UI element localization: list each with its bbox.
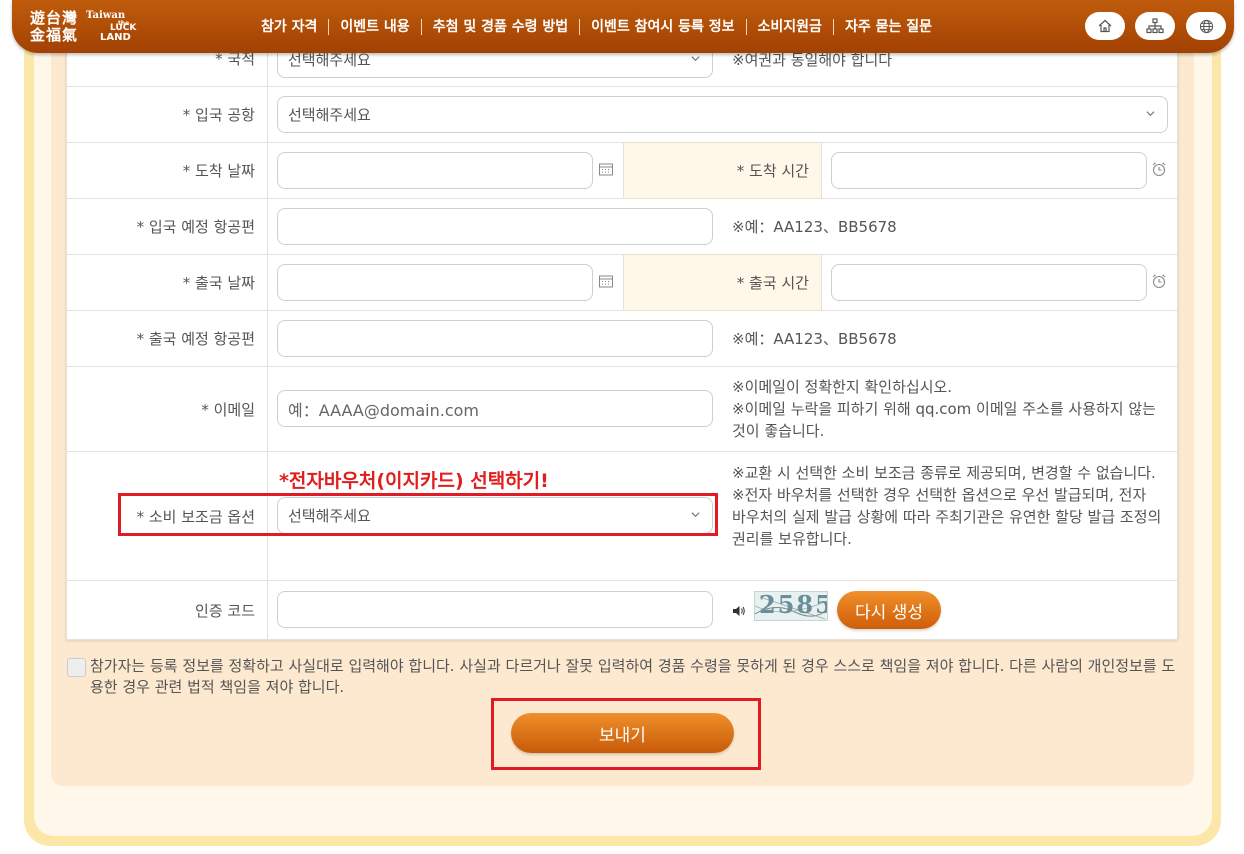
sitemap-button[interactable] bbox=[1135, 12, 1175, 40]
arrival-time-input[interactable] bbox=[831, 152, 1147, 189]
row-departure-flight: * 출국 예정 항공편 ※예：AA123、BB5678 bbox=[67, 311, 1177, 367]
captcha-text: 2585 bbox=[759, 591, 828, 619]
label-entry-airport: * 입국 공항 bbox=[67, 87, 268, 142]
sitemap-icon bbox=[1146, 18, 1164, 34]
language-button[interactable] bbox=[1186, 12, 1226, 40]
note-departure-flight: ※예：AA123、BB5678 bbox=[732, 330, 897, 348]
speaker-icon[interactable] bbox=[732, 604, 746, 618]
select-entry-airport-value: 선택해주세요 bbox=[288, 106, 371, 124]
registration-form: * 국적 선택해주세요 ※여권과 동일해야 합니다 * 입국 공항 선택해주세요… bbox=[66, 30, 1178, 640]
clock-icon[interactable] bbox=[1151, 161, 1167, 177]
label-departure-flight: * 출국 예정 항공편 bbox=[67, 311, 268, 366]
highlight-box-subsidy bbox=[118, 493, 718, 536]
home-icon bbox=[1098, 19, 1112, 33]
home-button[interactable] bbox=[1085, 12, 1125, 40]
nav-eligibility[interactable]: 참가 자격 bbox=[250, 17, 328, 37]
label-departure-date: * 출국 날짜 bbox=[67, 255, 268, 310]
row-captcha: 인증 코드 bbox=[67, 581, 1177, 639]
select-entry-airport[interactable]: 선택해주세요 bbox=[277, 96, 1168, 133]
nav-draw-method[interactable]: 추첨 및 경품 수령 방법 bbox=[422, 17, 579, 37]
departure-time-input[interactable] bbox=[831, 264, 1147, 301]
label-arrival-time: * 도착 시간 bbox=[623, 143, 822, 198]
note-subsidy-line1: ※교환 시 선택한 소비 보조금 종류로 제공되며, 변경할 수 없습니다. bbox=[732, 464, 1156, 482]
label-email: * 이메일 bbox=[67, 367, 268, 451]
arrival-date-input[interactable] bbox=[277, 152, 593, 189]
nav-event-details[interactable]: 이벤트 내용 bbox=[329, 17, 420, 37]
row-email: * 이메일 예：AAAA@domain.com ※이메일이 정확한지 확인하십시… bbox=[67, 367, 1177, 452]
nav-subsidy[interactable]: 소비지원금 bbox=[747, 17, 833, 37]
nav-registration-info[interactable]: 이벤트 참여시 등록 정보 bbox=[580, 17, 745, 37]
note-email: ※이메일이 정확한지 확인하십시오. ※이메일 누락을 피하기 위해 qq.co… bbox=[732, 376, 1164, 442]
captcha-image: 2585 bbox=[754, 591, 828, 621]
logo-en-land: LAND bbox=[100, 32, 131, 43]
label-arrival-date: * 도착 날짜 bbox=[67, 143, 268, 198]
chevron-down-icon bbox=[691, 56, 700, 62]
row-arrival-flight: * 입국 예정 항공편 ※예：AA123、BB5678 bbox=[67, 199, 1177, 255]
calendar-icon[interactable] bbox=[598, 273, 614, 289]
note-email-line1: ※이메일이 정확한지 확인하십시오. bbox=[732, 378, 953, 396]
agreement-section: 참가자는 등록 정보를 정확하고 사실대로 입력해야 합니다. 사실과 다르거나… bbox=[67, 656, 1179, 698]
captcha-input[interactable] bbox=[277, 591, 713, 628]
label-departure-time: * 출국 시간 bbox=[623, 255, 822, 310]
calendar-icon[interactable] bbox=[598, 161, 614, 177]
row-entry-airport: * 입국 공항 선택해주세요 bbox=[67, 87, 1177, 143]
note-subsidy-line2: ※전자 바우처를 선택한 경우 선택한 옵션으로 우선 발급되며, 전자 바우처… bbox=[732, 486, 1162, 548]
clock-icon[interactable] bbox=[1151, 273, 1167, 289]
globe-icon bbox=[1199, 19, 1213, 33]
site-logo[interactable]: 遊台灣 金福氣 Taiwan the LUCK LAND bbox=[30, 6, 142, 44]
subsidy-highlight-note: *전자바우처(이지카드) 선택하기! bbox=[279, 470, 549, 492]
arrival-flight-input[interactable] bbox=[277, 208, 713, 245]
note-subsidy: ※교환 시 선택한 소비 보조금 종류로 제공되며, 변경할 수 없습니다. ※… bbox=[732, 462, 1164, 550]
submit-button[interactable]: 보내기 bbox=[511, 713, 734, 753]
agreement-checkbox[interactable] bbox=[67, 658, 86, 677]
chevron-down-icon bbox=[1146, 111, 1155, 117]
nav-faq[interactable]: 자주 묻는 질문 bbox=[834, 17, 943, 37]
regenerate-captcha-button[interactable]: 다시 생성 bbox=[837, 591, 941, 629]
label-captcha: 인증 코드 bbox=[67, 581, 268, 639]
departure-date-input[interactable] bbox=[277, 264, 593, 301]
agreement-text: 참가자는 등록 정보를 정확하고 사실대로 입력해야 합니다. 사실과 다르거나… bbox=[90, 657, 1176, 696]
departure-flight-input[interactable] bbox=[277, 320, 713, 357]
logo-zh-line2: 金福氣 bbox=[30, 26, 79, 44]
site-header: 遊台灣 金福氣 Taiwan the LUCK LAND 참가 자격 이벤트 내… bbox=[12, 0, 1234, 53]
row-departure: * 출국 날짜 * 출국 시간 bbox=[67, 255, 1177, 311]
main-nav: 참가 자격 이벤트 내용 추첨 및 경품 수령 방법 이벤트 참여시 등록 정보… bbox=[250, 16, 943, 38]
label-arrival-flight: * 입국 예정 항공편 bbox=[67, 199, 268, 254]
note-arrival-flight: ※예：AA123、BB5678 bbox=[732, 218, 897, 236]
email-input[interactable]: 예：AAAA@domain.com bbox=[277, 390, 713, 427]
note-email-line2: ※이메일 누락을 피하기 위해 qq.com 이메일 주소를 사용하지 않는 것… bbox=[732, 400, 1156, 440]
row-arrival: * 도착 날짜 * 도착 시간 bbox=[67, 143, 1177, 199]
